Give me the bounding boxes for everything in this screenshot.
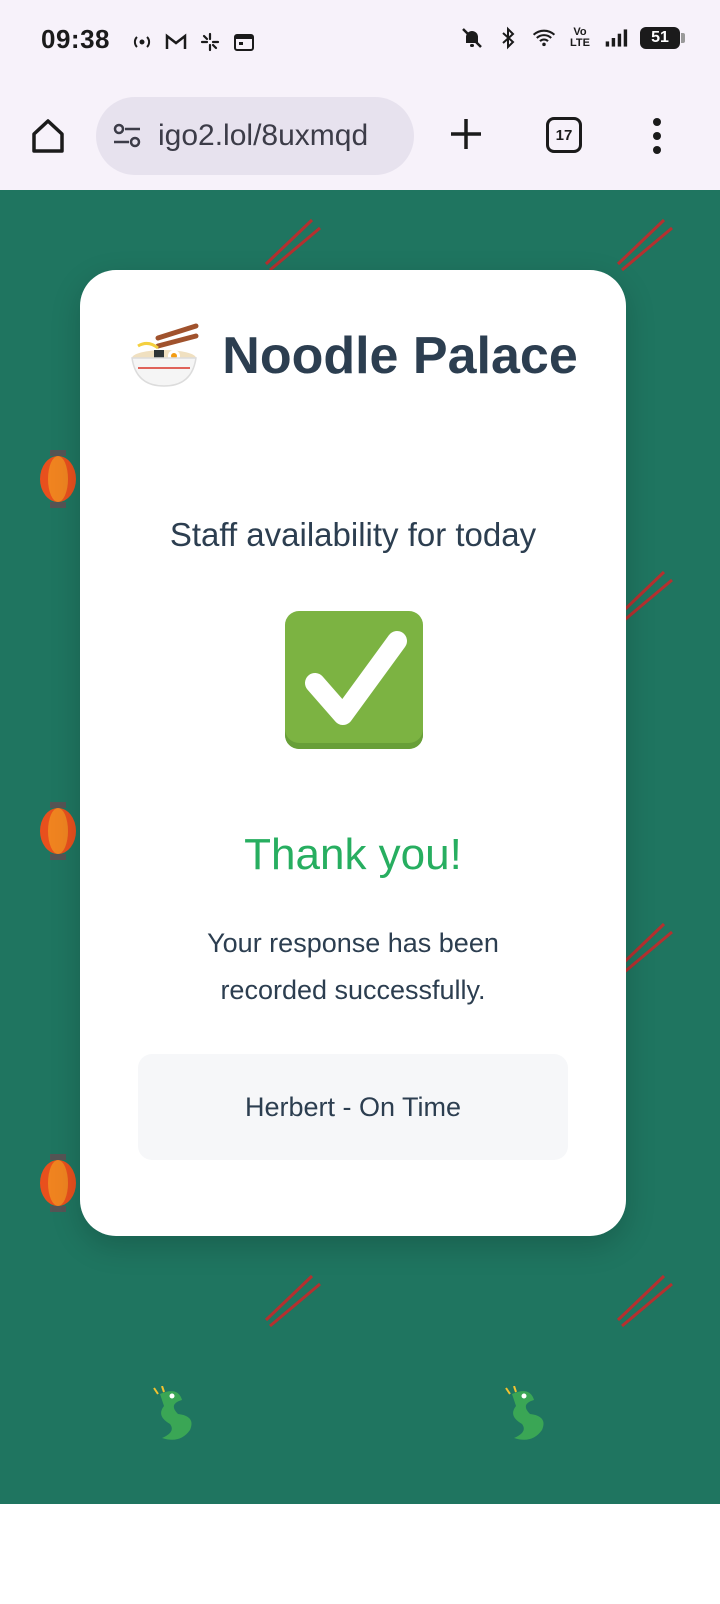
home-button[interactable] — [28, 116, 68, 156]
noodle-bowl-icon — [131, 323, 199, 387]
chopsticks-icon — [616, 1274, 673, 1328]
calendar-icon — [232, 28, 256, 56]
plus-icon — [451, 119, 481, 149]
address-bar[interactable]: igo2.lol/8uxmqd — [96, 97, 414, 175]
page-subtitle: Staff availability for today — [169, 516, 537, 553]
response-summary: Herbert - On Time — [138, 1054, 568, 1160]
bluetooth-icon — [496, 24, 520, 52]
tab-switcher-button[interactable]: 17 — [546, 117, 582, 153]
battery-icon: 51 — [640, 27, 685, 49]
wifi-icon — [532, 24, 556, 52]
status-time: 09:38 — [41, 24, 110, 54]
status-system-icons: Vo LTE 51 — [460, 24, 685, 52]
volte-icon: Vo LTE — [570, 26, 590, 49]
broadcast-icon — [130, 28, 154, 56]
lantern-icon — [40, 802, 76, 860]
check-mark-icon — [285, 611, 423, 749]
more-menu-button[interactable] — [650, 116, 664, 156]
browser-toolbar: igo2.lol/8uxmqd 17 — [0, 84, 720, 190]
status-bar: 09:38 Vo LTE 51 — [0, 0, 720, 84]
signal-icon — [604, 24, 628, 52]
response-summary-text: Herbert - On Time — [244, 1091, 462, 1122]
new-tab-button[interactable] — [448, 116, 484, 152]
dragon-icon — [153, 1386, 192, 1440]
confirmation-message: Your response has been recorded successf… — [207, 928, 499, 1005]
more-vertical-icon — [653, 118, 661, 154]
title-row: Noodle Palace — [80, 320, 626, 392]
home-icon — [32, 119, 64, 153]
page-title: Noodle Palace — [222, 327, 578, 385]
gmail-icon — [164, 28, 188, 56]
pinwheel-icon — [198, 28, 222, 56]
page-content: Noodle Palace Staff availability for tod… — [0, 190, 720, 1504]
thank-you-heading: Thank you! — [244, 830, 462, 879]
confirmation-card: Noodle Palace Staff availability for tod… — [80, 270, 626, 1236]
lantern-icon — [40, 450, 76, 508]
chopsticks-icon — [264, 218, 321, 272]
bell-off-icon — [460, 24, 484, 52]
status-notification-icons — [130, 28, 256, 56]
dragon-icon — [505, 1386, 544, 1440]
url-text[interactable]: igo2.lol/8uxmqd — [158, 119, 368, 153]
lantern-icon — [40, 1154, 76, 1212]
chopsticks-icon — [616, 218, 673, 272]
site-settings-icon[interactable] — [112, 122, 142, 150]
chopsticks-icon — [264, 1274, 321, 1328]
